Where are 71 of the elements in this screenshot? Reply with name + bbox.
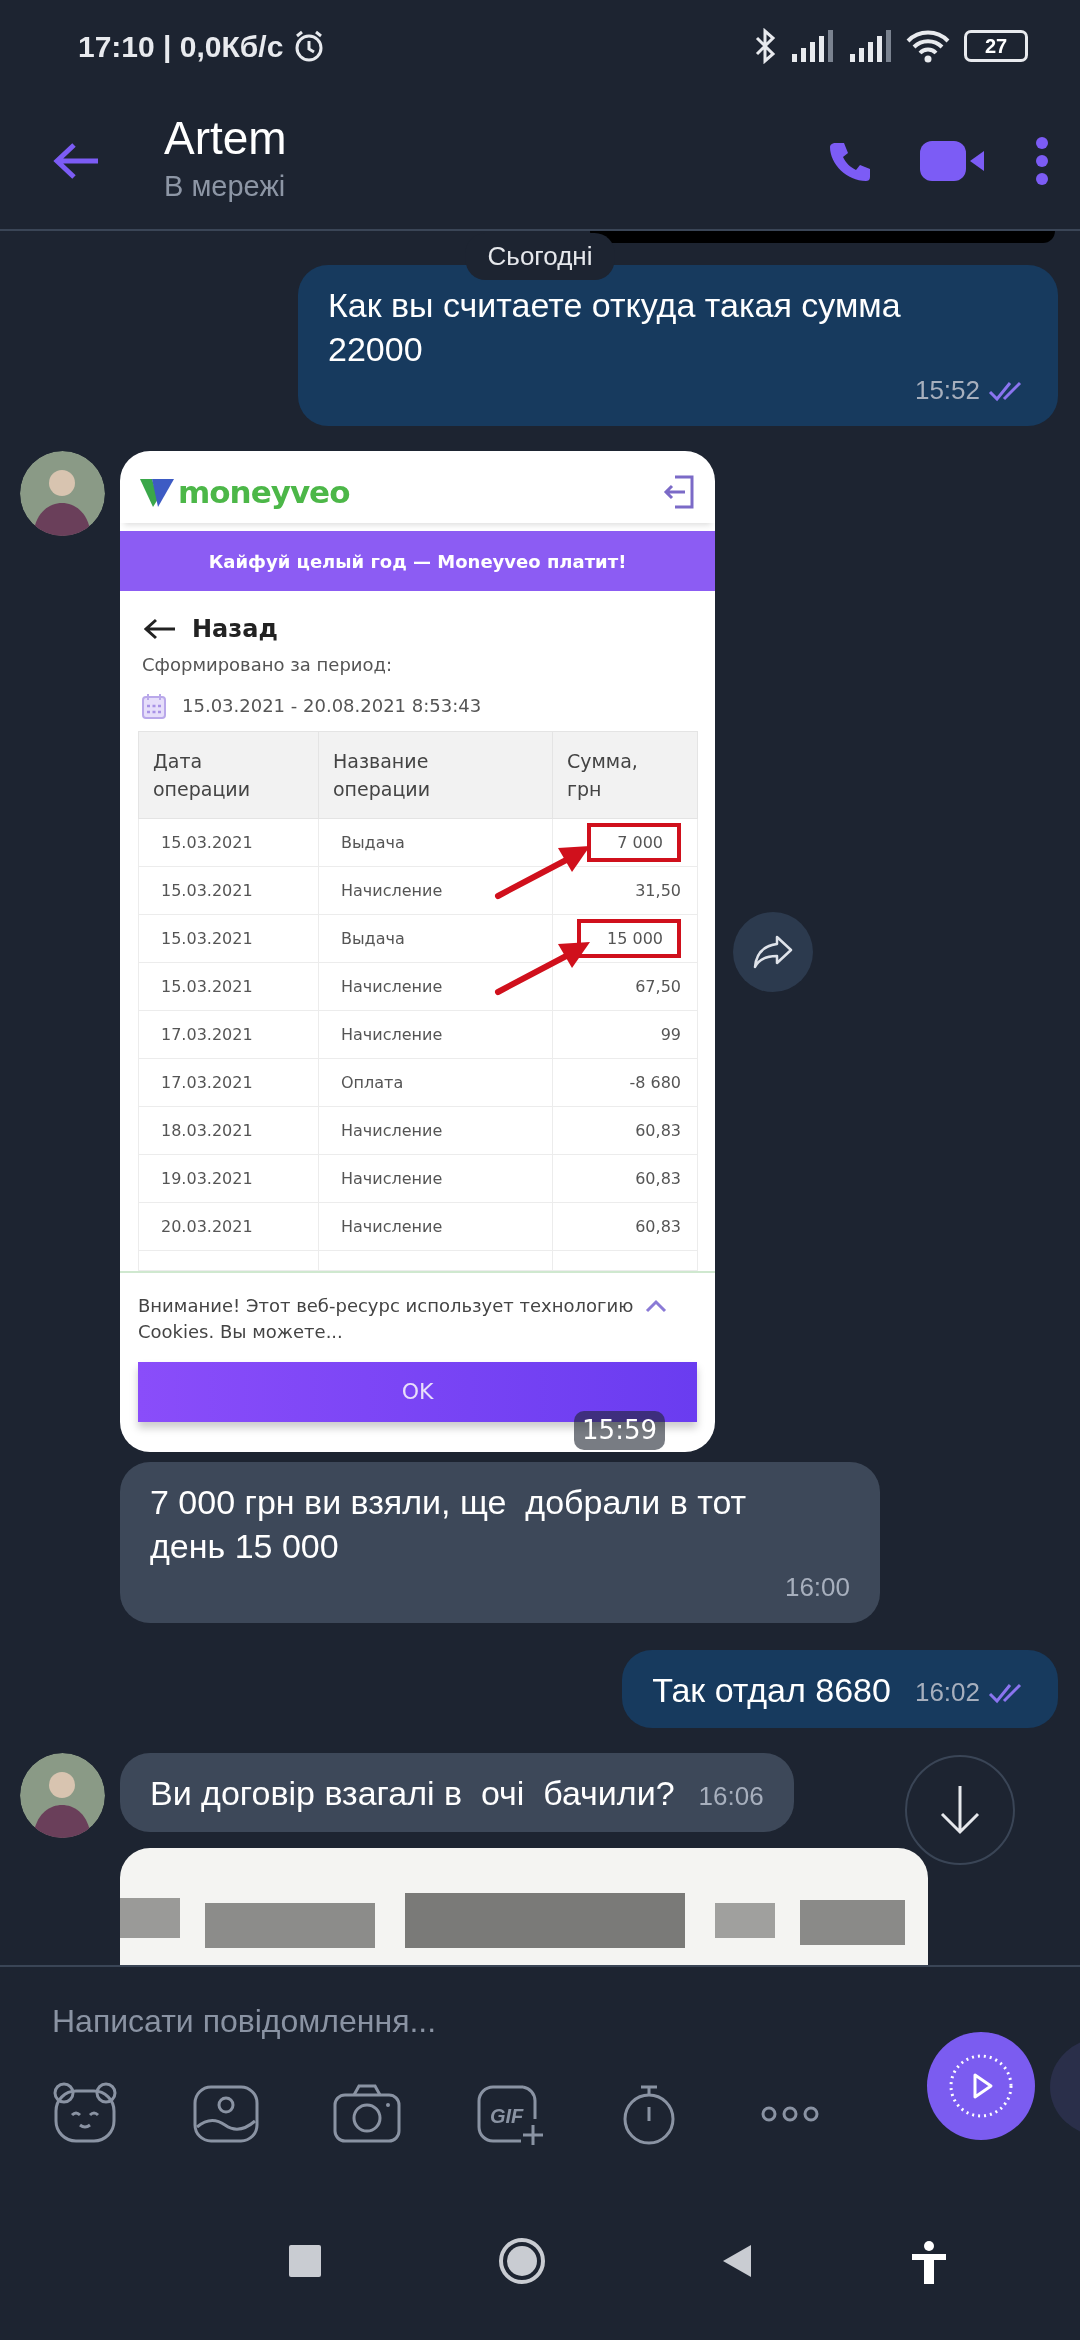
- message-time: 16:00: [784, 1571, 850, 1605]
- back-arrow-icon: [144, 618, 176, 641]
- table-cell: 17.03.2021: [138, 1010, 319, 1059]
- table-cell: 67,50: [635, 976, 681, 996]
- signal-icon: [848, 30, 892, 62]
- date-label: Сьогодні: [465, 233, 615, 280]
- caret-up-icon: [645, 1299, 667, 1314]
- message-time: 15:59: [574, 1410, 665, 1450]
- more-icon: [761, 2106, 819, 2122]
- table-cell: 15.03.2021: [138, 866, 319, 915]
- table-cell: 99: [660, 1024, 681, 1044]
- message-time: 16:02: [914, 1676, 980, 1710]
- table-cell: Начисление: [318, 1010, 553, 1059]
- wifi-icon: [906, 29, 950, 63]
- message-text: Ви договір взагалі в очі бачили?: [150, 1773, 675, 1815]
- period-label: Сформировано за период:: [141, 653, 394, 678]
- table-cell: 15.03.2021: [138, 818, 319, 867]
- table-cell: Начисление: [318, 1154, 553, 1203]
- battery-indicator: 27: [964, 30, 1028, 62]
- table-cell: 18.03.2021: [138, 1106, 319, 1155]
- table-cell: 19.03.2021: [138, 1154, 319, 1203]
- table-cell: 17.03.2021: [138, 1058, 319, 1107]
- table-cell: 20.03.2021: [138, 1202, 319, 1251]
- table-cell: Начисление: [318, 1202, 553, 1251]
- table-cell: 60,83: [635, 1120, 681, 1140]
- message-text: Так отдал 8680: [652, 1670, 891, 1712]
- column-header: Сумма, грн: [567, 748, 638, 803]
- accessibility-icon: [909, 2240, 949, 2285]
- share-icon: [753, 934, 793, 969]
- promo-banner: Кайфуй целый год — Moneyveo платит!: [120, 531, 715, 592]
- logout-icon: [663, 474, 695, 511]
- logo-icon: [140, 477, 174, 508]
- table-cell: Начисление: [318, 1106, 553, 1155]
- table-cell: Выдача: [318, 818, 553, 867]
- table-cell: Оплата: [318, 1058, 553, 1107]
- table-cell: 60,83: [635, 1216, 681, 1236]
- table-cell: 31,50: [635, 880, 681, 900]
- table-cell: -8 680: [629, 1072, 681, 1092]
- table-cell: 15.03.2021: [138, 962, 319, 1011]
- video-call-button[interactable]: [920, 138, 986, 183]
- home-icon: [497, 2235, 547, 2286]
- message-field[interactable]: Написати повідомлення...: [52, 1989, 752, 2053]
- column-header: Дата операции: [153, 748, 251, 803]
- message-text: 7 000 грн ви взяли, ще добрали в тот день 15 000: [150, 1481, 748, 1567]
- message-time: 16:06: [698, 1779, 764, 1813]
- more-button[interactable]: [1034, 135, 1050, 186]
- period-range: 15.03.2021 - 20.08.2021 8:53:43: [182, 694, 482, 719]
- home-button[interactable]: [497, 2235, 547, 2286]
- signal-icon: [790, 30, 834, 62]
- back-link[interactable]: Назад: [192, 611, 278, 648]
- logo-text: moneyveo: [178, 473, 350, 513]
- video-camera-icon: [920, 138, 986, 183]
- calendar-icon: [142, 692, 166, 719]
- column-header: Название операции: [333, 748, 431, 803]
- cookie-notice: Внимание! Этот веб-ресурс использует технологию Cookies. Вы можете...: [138, 1294, 635, 1344]
- bluetooth-icon: [754, 28, 776, 64]
- contact-status: В мережі: [164, 169, 287, 205]
- back-arrow-icon: [52, 140, 100, 181]
- highlighted-amount: 7 000: [587, 822, 681, 862]
- table-cell: 15.03.2021: [138, 914, 319, 963]
- more-icon: [1034, 135, 1050, 186]
- accessibility-button[interactable]: [909, 2240, 949, 2285]
- gif-button[interactable]: GIF: [473, 2079, 543, 2149]
- table-cell: 60,83: [635, 1168, 681, 1188]
- arrow-down-icon: [938, 1784, 982, 1837]
- message-text: Как вы считаете откуда такая сумма 22000: [328, 285, 902, 371]
- status-text: 17:10 | 0,0Кб/с: [78, 28, 284, 65]
- table-cell: Выдача: [318, 914, 553, 963]
- message-time: 15:52: [914, 374, 980, 408]
- contact-name: Artem: [164, 112, 287, 166]
- back-button[interactable]: [52, 140, 100, 181]
